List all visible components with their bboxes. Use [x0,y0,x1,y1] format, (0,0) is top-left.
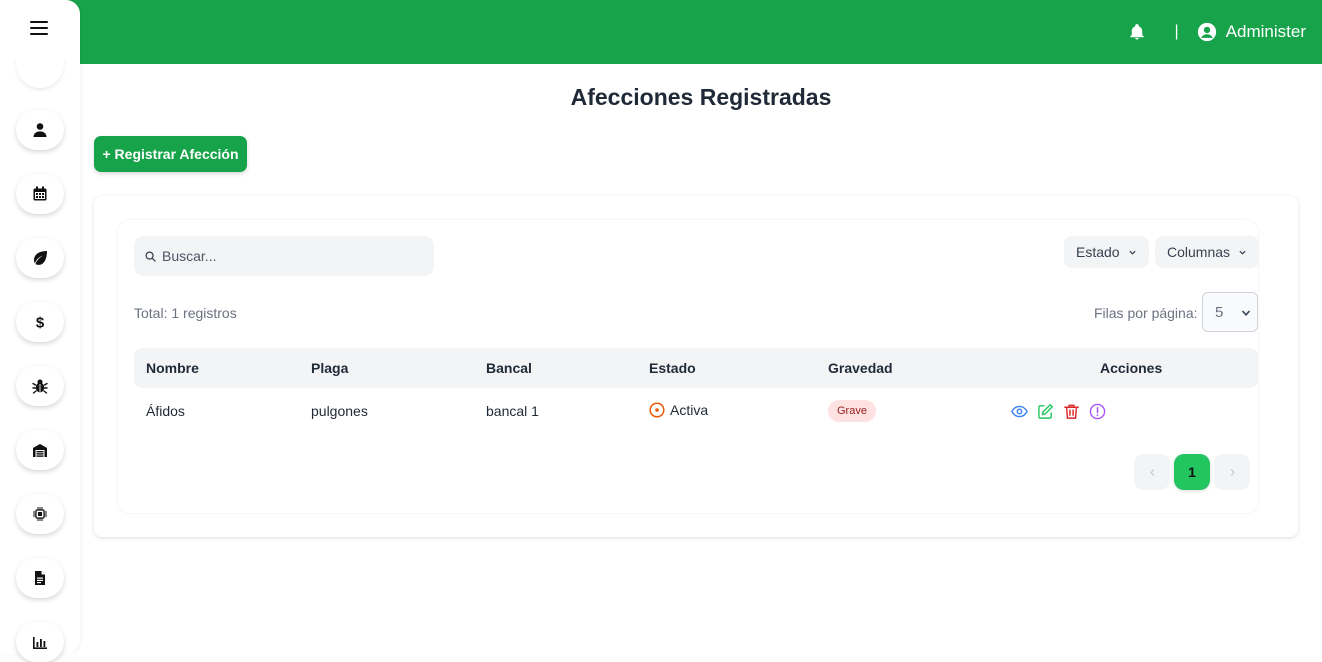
table-row: Áfidos pulgones bancal 1 Activa Grave [134,388,1258,434]
pagination-next-button[interactable] [1214,454,1250,490]
row-actions [1010,402,1106,420]
sidebar-item-sensors[interactable] [16,494,64,534]
rows-per-page-select[interactable]: 5 [1202,292,1258,332]
search-input[interactable] [162,248,422,264]
pagination-page-1[interactable]: 1 [1174,454,1210,490]
trash-icon [1063,404,1079,419]
sidebar-item-user[interactable] [16,110,64,150]
cell-nombre: Áfidos [146,403,185,419]
sidebar-item-finance[interactable]: $ [16,302,64,342]
alert-circle-icon [1089,403,1105,419]
table-card: Estado Columnas Total: 1 registros Filas… [94,196,1298,537]
cell-estado: Activa [649,402,708,418]
sidebar-item-crops[interactable] [16,238,64,278]
bell-icon[interactable] [1127,22,1147,42]
total-records: Total: 1 registros [134,305,237,321]
delete-button[interactable] [1062,402,1080,420]
columns-filter-label: Columnas [1167,244,1231,260]
estado-text: Activa [670,402,709,418]
edit-icon [1037,403,1053,419]
column-header-estado[interactable]: Estado [649,360,696,376]
rows-per-page-label: Filas por página: [1094,305,1198,321]
sidebar-item-calendar[interactable] [16,174,64,214]
document-icon [35,571,45,585]
page-title: Afecciones Registradas [570,84,832,110]
estado-filter-label: Estado [1076,244,1120,260]
user-circle-icon [1197,22,1217,42]
sidebar-item-pests[interactable] [16,366,64,406]
user-menu[interactable]: Administer [1197,22,1306,42]
top-bar-actions: | Administer [1127,0,1306,64]
header-separator: | [1174,23,1179,40]
microchip-icon [33,507,47,521]
column-header-bancal[interactable]: Bancal [486,360,532,376]
alert-button[interactable] [1088,402,1106,420]
column-header-acciones: Acciones [1100,360,1163,376]
severity-badge: Grave [828,400,876,422]
status-active-icon [649,402,665,418]
sidebar-item-documents[interactable] [16,558,64,598]
sidebar-item-reports[interactable] [16,622,64,662]
table-container: Estado Columnas Total: 1 registros Filas… [118,220,1260,513]
edit-button[interactable] [1036,402,1054,420]
chevron-down-icon [1128,250,1136,255]
sidebar-item-warehouse[interactable] [16,430,64,470]
leaf-icon [34,251,47,265]
cell-plaga: pulgones [311,403,368,419]
table-header: Nombre Plaga Bancal Estado Gravedad Acci… [134,348,1258,388]
hamburger-menu-icon[interactable] [28,18,52,38]
user-name: Administer [1225,22,1306,41]
columns-dropdown[interactable]: Columnas [1155,236,1260,268]
cell-bancal: bancal 1 [486,403,539,419]
chevron-left-icon [1149,468,1154,476]
svg-text:$: $ [36,315,45,331]
sidebar-scroll-edge [16,58,64,88]
dollar-icon: $ [36,315,45,331]
bug-icon [32,379,48,394]
search-box[interactable] [134,236,434,276]
estado-filter-dropdown[interactable]: Estado [1064,236,1149,268]
column-header-gravedad[interactable]: Gravedad [828,360,893,376]
column-header-nombre[interactable]: Nombre [146,360,199,376]
chevron-down-icon [1239,250,1246,255]
warehouse-icon [33,444,47,457]
register-affection-button[interactable]: + Registrar Afección [94,136,247,172]
eye-icon [1010,405,1028,417]
column-header-plaga[interactable]: Plaga [311,360,348,376]
search-icon [145,250,156,262]
view-button[interactable] [1010,402,1028,420]
pagination-prev-button[interactable] [1134,454,1170,490]
user-icon [33,123,47,137]
sidebar: $ [0,0,80,662]
calendar-icon [33,186,47,201]
chart-icon [33,637,47,649]
rows-per-page-value: 5 [1215,303,1224,321]
chevron-right-icon [1230,468,1235,476]
chevron-down-icon [1241,310,1251,316]
top-bar: | Administer [0,0,1322,64]
